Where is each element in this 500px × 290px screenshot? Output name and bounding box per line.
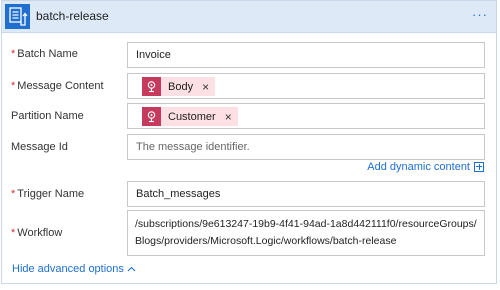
chevron-up-icon: [127, 266, 136, 272]
partition-name-label: Partition Name: [11, 110, 84, 122]
batch-release-action-card: batch-release ··· * Batch Name Invoice * M…: [1, 0, 497, 284]
trigger-name-label-text: Trigger Name: [17, 188, 85, 200]
message-id-field[interactable]: The message identifier.: [127, 134, 485, 160]
workflow-value: /subscriptions/9e613247-19b9-4f41-94ad-1…: [135, 218, 477, 247]
message-id-label: Message Id: [11, 141, 68, 153]
workflow-field[interactable]: /subscriptions/9e613247-19b9-4f41-94ad-1…: [127, 210, 485, 256]
remove-token-button[interactable]: ×: [202, 80, 209, 94]
more-options-button[interactable]: ···: [472, 7, 488, 22]
message-content-label-text: Message Content: [17, 80, 104, 92]
add-icon: [474, 162, 484, 172]
batch-name-value: Invoice: [136, 49, 171, 61]
card-header[interactable]: batch-release ···: [2, 1, 496, 33]
message-content-field[interactable]: Body ×: [127, 73, 485, 99]
required-marker: *: [11, 188, 16, 200]
remove-token-button[interactable]: ×: [225, 110, 232, 124]
workflow-label-text: Workflow: [17, 227, 63, 239]
batch-name-label: * Batch Name: [11, 48, 78, 60]
trigger-token-icon: [142, 77, 161, 96]
add-dynamic-content-link[interactable]: Add dynamic content: [367, 161, 484, 173]
workflow-label: * Workflow: [11, 227, 62, 239]
message-content-label: * Message Content: [11, 80, 104, 92]
customer-token[interactable]: Customer ×: [142, 107, 238, 126]
body-token-label: Body: [168, 80, 194, 93]
action-title: batch-release: [36, 9, 109, 23]
partition-name-field[interactable]: Customer ×: [127, 103, 485, 129]
required-marker: *: [11, 80, 16, 92]
batch-action-icon: [5, 4, 30, 29]
message-id-label-text: Message Id: [11, 141, 68, 153]
batch-name-field[interactable]: Invoice: [127, 42, 485, 68]
message-id-placeholder: The message identifier.: [136, 141, 250, 153]
partition-name-label-text: Partition Name: [11, 110, 84, 122]
trigger-token-icon: [142, 107, 161, 126]
trigger-name-field[interactable]: Batch_messages: [127, 181, 485, 207]
customer-token-label: Customer: [168, 110, 216, 123]
batch-name-label-text: Batch Name: [17, 48, 78, 60]
add-dynamic-content-label: Add dynamic content: [367, 161, 470, 173]
required-marker: *: [11, 227, 16, 239]
hide-advanced-options-label: Hide advanced options: [12, 263, 124, 275]
trigger-name-label: * Trigger Name: [11, 188, 84, 200]
trigger-name-value: Batch_messages: [136, 188, 221, 200]
required-marker: *: [11, 48, 16, 60]
body-token[interactable]: Body ×: [142, 77, 216, 96]
hide-advanced-options-toggle[interactable]: Hide advanced options: [12, 263, 136, 275]
